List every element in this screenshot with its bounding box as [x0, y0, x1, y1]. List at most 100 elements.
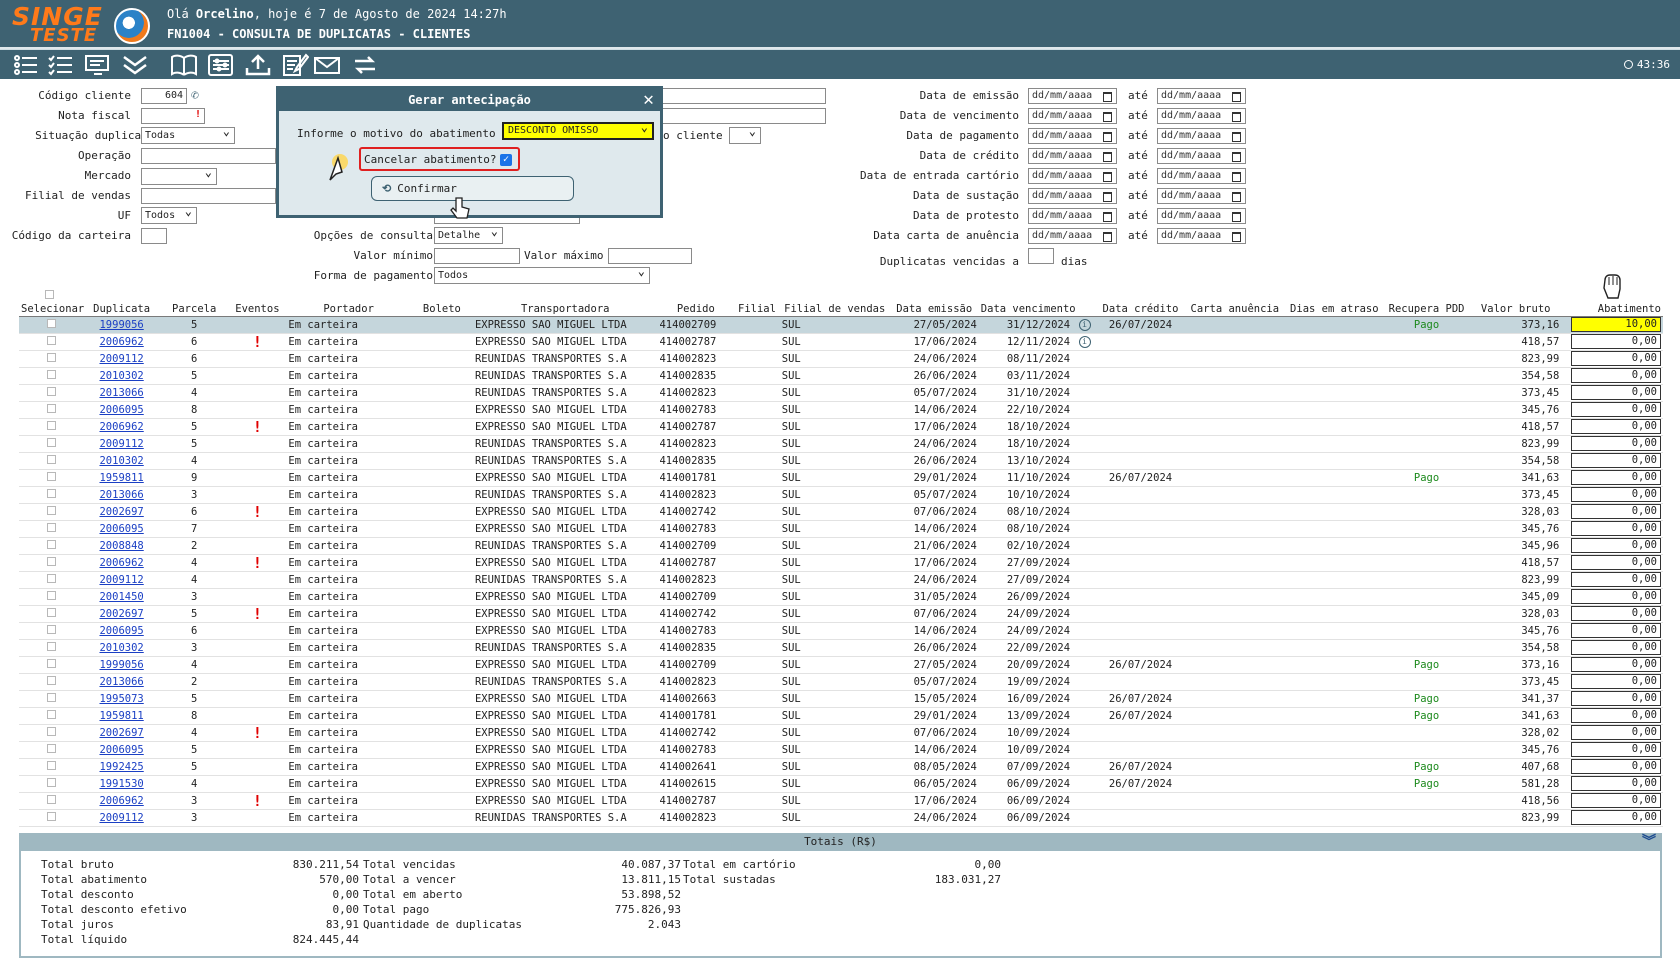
duplicata-link[interactable]: 2009112	[99, 438, 143, 450]
select-cell[interactable]	[19, 554, 84, 572]
date-from-input[interactable]: dd/mm/aaaa	[1028, 168, 1117, 184]
abatimento-input[interactable]: 0,00	[1571, 368, 1661, 383]
codigo-cliente-input[interactable]: 604	[141, 88, 187, 104]
row-checkbox[interactable]	[46, 335, 56, 345]
forma-pagamento-select[interactable]: Todos	[434, 265, 650, 284]
abatimento-input[interactable]: 0,00	[1571, 708, 1661, 723]
select-cell[interactable]	[19, 486, 84, 504]
duplicata-link[interactable]: 2008848	[99, 540, 143, 552]
totals-bar[interactable]: Totais (R$) ︾	[19, 833, 1662, 851]
duplicata-link[interactable]: 1959811	[99, 472, 143, 484]
cliente-name-input[interactable]	[660, 88, 826, 104]
duplicata-link[interactable]: 1999056	[99, 659, 143, 671]
duplicata-link[interactable]: 2002697	[99, 727, 143, 739]
valor-maximo-input[interactable]	[608, 248, 692, 264]
duplicata-link[interactable]: 2013066	[99, 387, 143, 399]
phone-lookup-icon[interactable]: ✆	[191, 89, 199, 102]
row-checkbox[interactable]	[46, 539, 56, 549]
duplicata-link[interactable]: 2006962	[99, 557, 143, 569]
duplicata-link[interactable]: 2006095	[99, 523, 143, 535]
date-to-input[interactable]: dd/mm/aaaa	[1157, 128, 1246, 144]
abatimento-input[interactable]: 0,00	[1571, 793, 1661, 808]
abatimento-input[interactable]: 0,00	[1571, 402, 1661, 417]
cancelar-checkbox[interactable]: ✓	[500, 154, 512, 166]
table-row[interactable]: 2010302 3 Em carteira REUNIDAS TRANSPORTES …	[19, 639, 1663, 657]
alert-icon[interactable]: !	[253, 333, 262, 349]
checklist-icon[interactable]	[47, 53, 75, 77]
select-cell[interactable]	[19, 333, 84, 351]
table-row[interactable]: 2002697 4! Em carteira EXPRESSO SAO MIGUEL …	[19, 724, 1663, 742]
swap-arrows-icon[interactable]	[351, 53, 379, 77]
tipo-cliente-select[interactable]	[729, 125, 761, 144]
select-cell[interactable]	[19, 401, 84, 419]
filial-vendas-input[interactable]	[141, 188, 276, 204]
uf-select[interactable]: Todos	[141, 205, 197, 224]
situacao-select[interactable]: Todas	[141, 125, 235, 144]
select-cell[interactable]	[19, 775, 84, 793]
duplicata-link[interactable]: 2001450	[99, 591, 143, 603]
alert-icon[interactable]: !	[253, 724, 262, 740]
row-checkbox[interactable]	[46, 386, 56, 396]
row-checkbox[interactable]	[46, 726, 56, 736]
list-icon[interactable]	[12, 53, 40, 77]
table-row[interactable]: 2006962 4! Em carteira EXPRESSO SAO MIGUEL …	[19, 554, 1663, 572]
mercado-select[interactable]	[141, 166, 217, 185]
table-row[interactable]: 2013066 3 Em carteira REUNIDAS TRANSPORTES …	[19, 486, 1663, 504]
select-cell[interactable]	[19, 792, 84, 810]
row-checkbox[interactable]	[46, 318, 56, 328]
table-row[interactable]: 2010302 4 Em carteira REUNIDAS TRANSPORTES …	[19, 452, 1663, 470]
date-from-input[interactable]: dd/mm/aaaa	[1028, 128, 1117, 144]
duplicata-link[interactable]: 1991530	[99, 778, 143, 790]
duplicata-link[interactable]: 2002697	[99, 608, 143, 620]
abatimento-input[interactable]: 0,00	[1571, 521, 1661, 536]
abatimento-input[interactable]: 0,00	[1571, 555, 1661, 570]
table-row[interactable]: 2009112 3 Em carteira REUNIDAS TRANSPORTES …	[19, 809, 1663, 827]
confirmar-button[interactable]: ⟲ Confirmar	[371, 176, 574, 201]
abatimento-input[interactable]: 0,00	[1571, 606, 1661, 621]
abatimento-input[interactable]: 10,00	[1571, 317, 1661, 332]
duplicata-link[interactable]: 2002697	[99, 506, 143, 518]
abatimento-input[interactable]: 0,00	[1571, 776, 1661, 791]
abatimento-input[interactable]: 0,00	[1571, 810, 1661, 825]
table-row[interactable]: 1995073 5 Em carteira EXPRESSO SAO MIGUEL L…	[19, 690, 1663, 708]
vencidas-dias-input[interactable]	[1028, 248, 1054, 264]
duplicata-link[interactable]: 2010302	[99, 642, 143, 654]
row-checkbox[interactable]	[46, 777, 56, 787]
duplicata-link[interactable]: 2009112	[99, 574, 143, 586]
abatimento-input[interactable]: 0,00	[1571, 742, 1661, 757]
date-to-input[interactable]: dd/mm/aaaa	[1157, 228, 1246, 244]
duplicata-link[interactable]: 1959811	[99, 710, 143, 722]
table-row[interactable]: 2009112 4 Em carteira REUNIDAS TRANSPORTES …	[19, 571, 1663, 589]
abatimento-input[interactable]: 0,00	[1571, 657, 1661, 672]
date-from-input[interactable]: dd/mm/aaaa	[1028, 108, 1117, 124]
abatimento-input[interactable]: 0,00	[1571, 572, 1661, 587]
table-row[interactable]: 2008848 2 Em carteira REUNIDAS TRANSPORTES …	[19, 537, 1663, 555]
duplicata-link[interactable]: 2009112	[99, 812, 143, 824]
select-cell[interactable]	[19, 605, 84, 623]
row-checkbox[interactable]	[46, 675, 56, 685]
row-checkbox[interactable]	[46, 624, 56, 634]
sliders-icon[interactable]	[207, 53, 235, 77]
duplicata-link[interactable]: 2006962	[99, 336, 143, 348]
select-cell[interactable]	[19, 673, 84, 691]
row-checkbox[interactable]	[46, 641, 56, 651]
row-checkbox[interactable]	[46, 607, 56, 617]
duplicata-link[interactable]: 2013066	[99, 676, 143, 688]
alert-icon[interactable]: !	[253, 503, 262, 519]
abatimento-input[interactable]: 0,00	[1571, 538, 1661, 553]
row-checkbox[interactable]	[46, 454, 56, 464]
select-cell[interactable]	[19, 537, 84, 555]
duplicata-link[interactable]: 2006095	[99, 625, 143, 637]
abatimento-input[interactable]: 0,00	[1571, 504, 1661, 519]
date-from-input[interactable]: dd/mm/aaaa	[1028, 188, 1117, 204]
abatimento-input[interactable]: 0,00	[1571, 589, 1661, 604]
table-row[interactable]: 2009112 6 Em carteira REUNIDAS TRANSPORTES …	[19, 350, 1663, 368]
collapse-chevron-icon[interactable]: ︾	[1642, 835, 1656, 849]
select-cell[interactable]	[19, 639, 84, 657]
close-icon[interactable]: ✕	[643, 91, 654, 109]
envelope-icon[interactable]	[313, 53, 341, 77]
row-checkbox[interactable]	[46, 505, 56, 515]
date-to-input[interactable]: dd/mm/aaaa	[1157, 88, 1246, 104]
abatimento-input[interactable]: 0,00	[1571, 623, 1661, 638]
select-cell[interactable]	[19, 367, 84, 385]
